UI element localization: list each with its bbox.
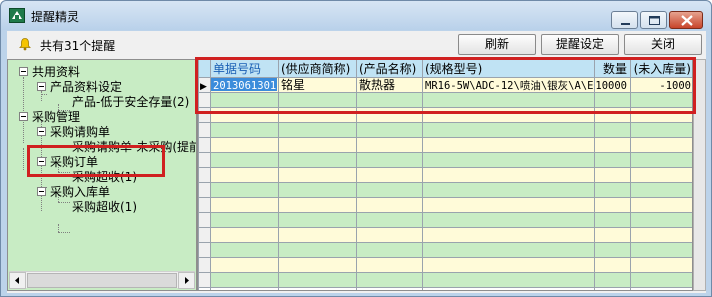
column-header-4[interactable]: 数量 [603, 61, 627, 76]
tree-node-purchase-order[interactable]: 采购订单 [50, 155, 98, 169]
refresh-button[interactable]: 刷新 [458, 34, 536, 55]
row-indicator-cell [198, 242, 210, 257]
toolbar: 共有31个提醒 刷新 提醒设定 关闭 [7, 31, 706, 57]
minimize-button[interactable] [611, 11, 638, 29]
row-indicator-cell [198, 197, 210, 212]
column-header-2[interactable]: (产品名称) [359, 61, 416, 76]
row-indicator-cell [198, 122, 210, 137]
cell-1[interactable]: 铭星 [281, 77, 305, 92]
collapse-toggle-icon[interactable] [37, 157, 46, 166]
arrow-left-icon [15, 277, 19, 284]
column-header-0[interactable]: 单据号码 [213, 62, 261, 76]
table-row [210, 197, 692, 212]
tree-node-receipt-overreceived[interactable]: 采购超收(1) [72, 200, 137, 214]
scroll-left-button[interactable] [9, 272, 26, 289]
table-row [210, 92, 692, 107]
collapse-toggle-icon[interactable] [19, 112, 28, 121]
grid-canvas: 单据号码 (供应商简称) (产品名称) (规格型号) 数量 (未入库量) ▶ 20130613… [198, 60, 692, 290]
tree-node-below-safety-stock[interactable]: 产品-低于安全存量(2) [72, 95, 189, 109]
maximize-icon [649, 16, 660, 25]
table-row [210, 107, 692, 122]
tree-node-order-overreceived[interactable]: 采购超收(1) [72, 170, 137, 184]
tree-node-purchasing[interactable]: 采购管理 [32, 110, 80, 124]
table-row [210, 167, 692, 182]
tree-node-requisition-not-purchased[interactable]: 采购请购单-未采购(提前 [72, 140, 196, 154]
column-header-5[interactable]: (未入库量) [634, 61, 691, 76]
close-button[interactable]: 关闭 [624, 34, 702, 55]
collapse-toggle-icon[interactable] [37, 127, 46, 136]
row-indicator-cell [198, 137, 210, 152]
row-indicator-cell [198, 167, 210, 182]
reminder-tree[interactable]: 共用资料 产品资料设定 产品-低于安全存量(2) 采购管理 采购请购单 采购请购… [7, 59, 197, 291]
cell-0[interactable]: 2013061301 [213, 80, 276, 92]
row-indicator-cell [198, 212, 210, 227]
row-indicator-cell [198, 257, 210, 272]
cell-4[interactable]: 10000 [595, 80, 627, 92]
tree-node-product-settings[interactable]: 产品资料设定 [50, 80, 122, 94]
reminder-settings-button[interactable]: 提醒设定 [541, 34, 619, 55]
minimize-icon [621, 23, 630, 25]
column-header-1[interactable]: (供应商简称) [281, 61, 350, 76]
table-row [210, 137, 692, 152]
row-indicator-cell [198, 182, 210, 197]
window-title: 提醒精灵 [31, 10, 80, 24]
reminder-grid[interactable]: 单据号码 (供应商简称) (产品名称) (规格型号) 数量 (未入库量) ▶ 20130613… [197, 59, 693, 291]
client-area: 共有31个提醒 刷新 提醒设定 关闭 共用资料 产品资料设定 产品-低于安全存量… [7, 31, 706, 293]
table-row [210, 122, 692, 137]
table-row [210, 212, 692, 227]
collapse-toggle-icon[interactable] [19, 67, 28, 76]
tree-node-purchase-receipt[interactable]: 采购入库单 [50, 185, 110, 199]
arrow-right-icon [185, 277, 189, 284]
table-row [210, 152, 692, 167]
close-icon [681, 15, 693, 26]
table-row [210, 257, 692, 272]
row-indicator-cell [198, 272, 210, 287]
collapse-toggle-icon[interactable] [37, 82, 46, 91]
row-indicator-cell [198, 227, 210, 242]
reminder-count-label: 共有31个提醒 [40, 39, 116, 53]
cell-5[interactable]: -1000 [659, 80, 691, 92]
cell-3[interactable]: MR16-5W\ADC-12\喷油\银灰\A\E [425, 79, 593, 92]
bell-icon [18, 37, 32, 51]
cell-2[interactable]: 散热器 [359, 77, 395, 92]
table-row [210, 242, 692, 257]
scrollbar-thumb[interactable] [27, 273, 177, 288]
app-logo-icon [9, 8, 25, 23]
grid-vertical-scrollbar[interactable] [693, 59, 706, 291]
close-window-button[interactable] [669, 11, 703, 29]
tree-horizontal-scrollbar[interactable] [9, 271, 195, 289]
reminder-window: 提醒精灵 共有31个提醒 刷新 提醒设定 关闭 共用资料 产品资料设定 产品-低… [0, 0, 712, 297]
row-indicator-cell [198, 152, 210, 167]
current-row-marker: ▶ [200, 82, 207, 92]
row-indicator-cell [198, 107, 210, 122]
collapse-toggle-icon[interactable] [37, 187, 46, 196]
table-row [210, 182, 692, 197]
row-indicator-cell [198, 92, 210, 107]
tree-node-shared-data[interactable]: 共用资料 [32, 65, 80, 79]
maximize-button[interactable] [640, 11, 667, 29]
table-row [210, 227, 692, 242]
tree-node-purchase-requisition[interactable]: 采购请购单 [50, 125, 110, 139]
title-bar[interactable]: 提醒精灵 [1, 1, 711, 30]
table-row [210, 272, 692, 287]
column-header-3[interactable]: (规格型号) [425, 61, 482, 76]
scroll-right-button[interactable] [178, 272, 195, 289]
